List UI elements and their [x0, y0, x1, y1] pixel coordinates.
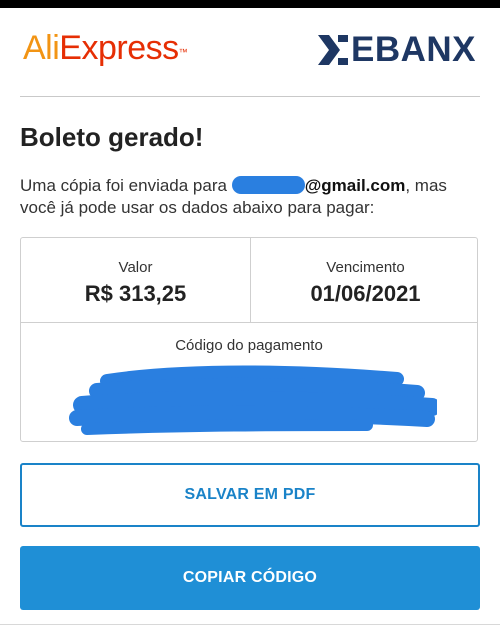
ebanx-logo-text: EBANX — [350, 30, 476, 69]
due-date-value: 01/06/2021 — [310, 281, 421, 306]
payment-code-label: Código do pagamento — [175, 337, 323, 354]
status-bar — [0, 0, 500, 8]
header: AliExpress™ EBANX — [20, 22, 480, 80]
amount-value: R$ 313,25 — [84, 281, 187, 306]
due-date-label: Vencimento — [326, 259, 405, 276]
confirmation-message: Uma cópia foi enviada para @gmail.com, m… — [20, 175, 485, 219]
due-date-cell: Vencimento 01/06/2021 — [251, 238, 480, 322]
ebanx-mark-icon — [317, 35, 348, 65]
aliexpress-logo-tm: ™ — [178, 47, 188, 57]
message-prefix: Uma cópia foi enviada para — [20, 176, 232, 195]
aliexpress-logo-ali: Ali — [23, 29, 60, 67]
save-pdf-button[interactable]: SALVAR EM PDF — [20, 463, 480, 527]
ebanx-logo: EBANX — [317, 30, 476, 69]
amount-label: Valor — [118, 259, 153, 276]
card-horizontal-divider — [21, 322, 477, 323]
page-title: Boleto gerado! — [20, 122, 204, 152]
header-divider — [20, 96, 480, 97]
aliexpress-logo: AliExpress™ — [23, 28, 188, 68]
boleto-details-card: Valor R$ 313,25 Vencimento 01/06/2021 Có… — [20, 237, 478, 442]
amount-cell: Valor R$ 313,25 — [21, 238, 250, 322]
email-domain: @gmail.com — [304, 176, 406, 195]
copy-code-button[interactable]: COPIAR CÓDIGO — [20, 546, 480, 610]
bottom-divider — [0, 624, 500, 625]
redacted-payment-code — [69, 365, 437, 435]
redacted-email-mark — [231, 176, 305, 194]
aliexpress-logo-express: Express — [59, 29, 179, 67]
